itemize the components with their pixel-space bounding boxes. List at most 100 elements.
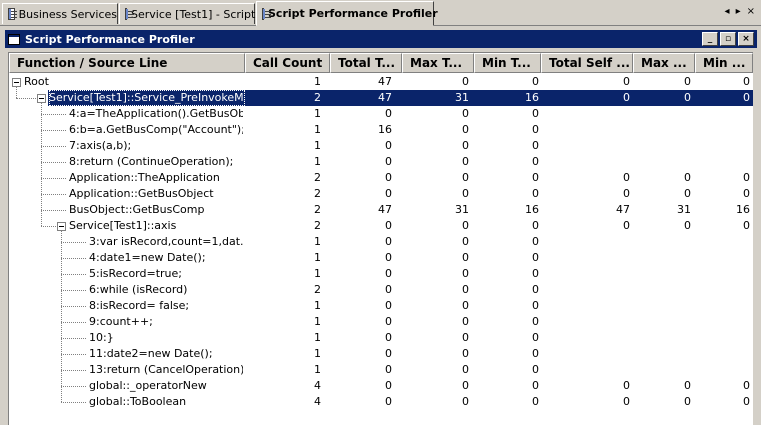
tab-label: Service [Test1] - Script [131,7,256,21]
col-function-source-line-header[interactable]: Function / Source Line [9,53,245,73]
col-call-count-header[interactable]: Call Count [245,53,330,73]
tree-row[interactable]: 6:b=a.GetBusComp("Account"); 1 16 0 0 [9,122,753,138]
total-time: 0 [385,139,392,152]
tree-row[interactable]: 13:return (CancelOperation); 1 0 0 0 [9,362,753,378]
tree-row[interactable]: Application::GetBusObject 2 0 0 0 0 0 0 [9,186,753,202]
tree-row[interactable]: 5:isRecord=true; 1 0 0 0 [9,266,753,282]
max-time: 0 [462,171,469,184]
total-time: 0 [385,171,392,184]
min-time: 0 [532,251,539,264]
function-name: 5:isRecord=true; [89,267,182,280]
tab-business-services[interactable]: Business Services [2,3,118,24]
list-icon [125,8,134,20]
tree-row[interactable]: global::_operatorNew 4 0 0 0 0 0 0 [9,378,753,394]
tree-row[interactable]: 9:count++; 1 0 0 0 [9,314,753,330]
max-time: 0 [462,155,469,168]
close-button[interactable]: × [738,32,754,46]
min-self-time [690,138,750,154]
tree-row[interactable]: 4:date1=new Date(); 1 0 0 0 [9,250,753,266]
col-total-self-time-header[interactable]: Total Self ... [541,53,633,73]
tree-row[interactable]: 3:var isRecord,count=1,dat... 1 0 0 0 [9,234,753,250]
total-self-time: 47 [616,203,630,216]
function-name: 4:a=TheApplication().GetBusObj... [69,107,243,120]
function-name: 8:isRecord= false; [89,299,190,312]
tree-row[interactable]: 6:while (isRecord) 2 0 0 0 [9,282,753,298]
call-count: 1 [314,315,321,328]
scroll-left-icon[interactable]: ◂ [725,6,730,17]
tree-connector [16,87,17,98]
min-self-time [690,106,750,122]
tree-row[interactable]: Application::TheApplication 2 0 0 0 0 0 0 [9,170,753,186]
col-max-self-time-header[interactable]: Max ... [633,53,695,73]
tab-script-performance-profiler[interactable]: Script Performance Profiler [256,1,438,26]
min-self-time: 0 [743,395,750,408]
total-time: 0 [385,235,392,248]
min-time: 0 [532,139,539,152]
min-time: 0 [532,331,539,344]
tree-row[interactable]: Service[Test1]::axis 2 0 0 0 0 0 0 [9,218,753,234]
total-self-time [570,314,630,330]
min-self-time [690,122,750,138]
profiler-panel: Script Performance Profiler _ ▫ × Functi… [5,30,757,425]
total-self-time: 0 [623,187,630,200]
tree-connector [61,322,86,323]
tree-row[interactable]: Root 1 47 0 0 0 0 0 [9,74,753,90]
max-self-time [631,314,691,330]
restore-button[interactable]: ▫ [720,32,736,46]
tree-row[interactable]: 7:axis(a,b); 1 0 0 0 [9,138,753,154]
total-self-time: 0 [623,171,630,184]
tree-row[interactable]: 4:a=TheApplication().GetBusObj... 1 0 0 0 [9,106,753,122]
max-time: 0 [462,139,469,152]
max-time: 0 [462,123,469,136]
tree-row[interactable]: Service[Test1]::Service_PreInvokeM... 2 47… [9,90,753,106]
col-min-self-time-header[interactable]: Min ... [695,53,753,73]
total-time: 0 [385,331,392,344]
col-max-time-header[interactable]: Max T... [402,53,474,73]
min-time: 0 [532,363,539,376]
function-name: 7:axis(a,b); [69,139,132,152]
total-self-time [570,298,630,314]
max-self-time [631,250,691,266]
max-time: 0 [462,235,469,248]
tree-row[interactable]: global::ToBoolean 4 0 0 0 0 0 0 [9,394,753,410]
function-name: 6:while (isRecord) [89,283,188,296]
max-self-time [631,106,691,122]
scroll-right-icon[interactable]: ▸ [736,6,741,17]
call-count: 1 [314,75,321,88]
col-total-time-header[interactable]: Total T... [330,53,402,73]
max-time: 0 [462,379,469,392]
call-count: 4 [314,379,321,392]
tree-connector [61,258,86,259]
col-min-time-header[interactable]: Min T... [474,53,541,73]
tree-row[interactable]: 11:date2=new Date(); 1 0 0 0 [9,346,753,362]
tab-service-script[interactable]: Service [Test1] - Script [119,3,255,24]
call-count: 1 [314,139,321,152]
function-name: 13:return (CancelOperation); [89,363,243,376]
tree-row[interactable]: BusObject::GetBusComp 2 47 31 16 47 31 16 [9,202,753,218]
collapse-icon[interactable] [37,94,46,103]
call-count: 2 [314,171,321,184]
function-name: 9:count++; [89,315,153,328]
max-time: 0 [462,315,469,328]
min-self-time: 16 [736,203,750,216]
total-self-time [570,106,630,122]
total-time: 0 [385,187,392,200]
function-name: 4:date1=new Date(); [89,251,206,264]
max-self-time [631,346,691,362]
close-icon[interactable]: × [747,6,755,17]
tree-row[interactable]: 10:} 1 0 0 0 [9,330,753,346]
min-self-time [690,282,750,298]
tree-connector [61,290,86,291]
minimize-button[interactable]: _ [702,32,718,46]
call-count: 1 [314,235,321,248]
total-self-time [570,138,630,154]
function-name: 11:date2=new Date(); [89,347,213,360]
collapse-icon[interactable] [57,222,66,231]
collapse-icon[interactable] [12,78,21,87]
tree-row[interactable]: 8:isRecord= false; 1 0 0 0 [9,298,753,314]
window-icon [8,33,20,45]
max-time: 31 [455,91,469,104]
panel-titlebar[interactable]: Script Performance Profiler _ ▫ × [5,30,757,48]
tree-row[interactable]: 8:return (ContinueOperation); 1 0 0 0 [9,154,753,170]
total-time: 0 [385,347,392,360]
